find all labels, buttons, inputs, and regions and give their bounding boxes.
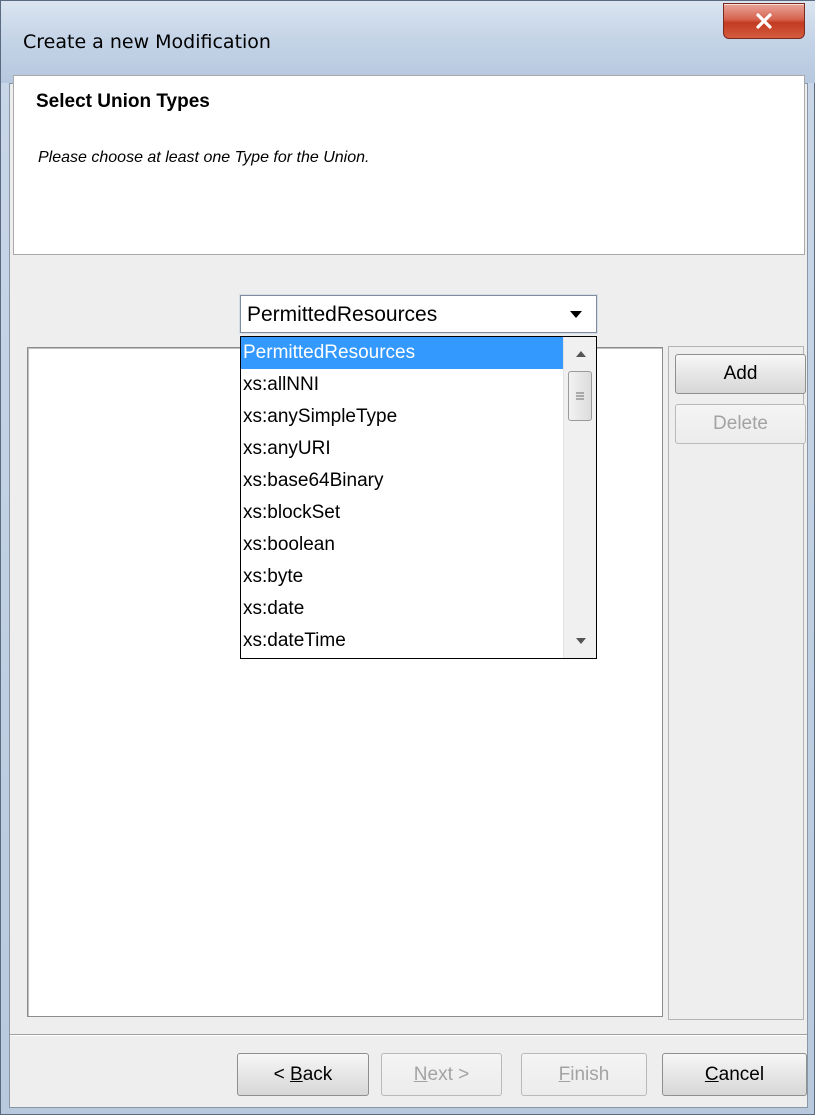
add-button[interactable]: Add: [675, 354, 806, 394]
dropdown-arrow-button[interactable]: [558, 298, 594, 330]
cancel-button[interactable]: Cancel: [662, 1053, 807, 1096]
type-dropdown-list[interactable]: PermittedResources xs:allNNI xs:anySimpleT…: [240, 336, 597, 659]
delete-button[interactable]: Delete: [675, 404, 806, 444]
dialog-window: Create a new Modification Select Union T…: [0, 0, 815, 1115]
title-bar[interactable]: Create a new Modification: [1, 1, 815, 83]
scroll-thumb[interactable]: [568, 371, 592, 421]
footer-separator: [10, 1034, 807, 1036]
chevron-down-icon: [570, 310, 582, 318]
scroll-down-button[interactable]: [564, 626, 596, 656]
dropdown-scrollbar[interactable]: [563, 337, 596, 658]
dropdown-option[interactable]: xs:anyURI: [241, 433, 563, 465]
add-button-label: Add: [723, 363, 758, 384]
finish-rest: inish: [570, 1063, 610, 1085]
dropdown-option[interactable]: xs:allNNI: [241, 369, 563, 401]
finish-button-label: Finish: [559, 1064, 610, 1086]
list-buttons-panel: [668, 346, 804, 1020]
cancel-mnemonic: C: [704, 1063, 719, 1085]
back-rest: ack: [302, 1063, 333, 1085]
type-select-value: PermittedResources: [247, 303, 438, 326]
dropdown-option[interactable]: xs:byte: [241, 561, 563, 593]
dropdown-option[interactable]: PermittedResources: [241, 337, 563, 369]
type-select[interactable]: PermittedResources: [240, 295, 597, 333]
dropdown-option[interactable]: xs:base64Binary: [241, 465, 563, 497]
cancel-button-label: Cancel: [705, 1064, 764, 1086]
window-title: Create a new Modification: [23, 31, 271, 53]
dropdown-option[interactable]: xs:date: [241, 593, 563, 625]
delete-button-label: Delete: [713, 413, 768, 434]
dropdown-option[interactable]: xs:anySimpleType: [241, 401, 563, 433]
finish-mnemonic: F: [558, 1063, 571, 1085]
back-button-label: < Back: [274, 1064, 333, 1086]
dropdown-option[interactable]: xs:boolean: [241, 529, 563, 561]
back-mnemonic: B: [290, 1063, 303, 1085]
back-prefix: <: [273, 1063, 291, 1085]
cancel-rest: ancel: [718, 1063, 765, 1085]
scroll-up-button[interactable]: [564, 339, 596, 369]
next-button-label: Next >: [414, 1064, 469, 1086]
close-icon: [756, 13, 772, 29]
grip-icon: [576, 392, 584, 400]
finish-button[interactable]: Finish: [521, 1053, 647, 1096]
arrow-down-icon: [575, 638, 586, 644]
next-mnemonic: N: [413, 1063, 428, 1085]
dropdown-option[interactable]: xs:dateTime: [241, 625, 563, 657]
back-button[interactable]: < Back: [237, 1053, 369, 1096]
page-description: Please choose at least one Type for the …: [38, 149, 370, 166]
dropdown-option[interactable]: xs:blockSet: [241, 497, 563, 529]
page-title: Select Union Types: [36, 91, 210, 112]
next-button[interactable]: Next >: [381, 1053, 502, 1096]
wizard-header-panel: Select Union Types Please choose at leas…: [13, 75, 805, 255]
next-rest: ext >: [427, 1063, 470, 1085]
arrow-up-icon: [575, 351, 586, 357]
close-button[interactable]: [723, 3, 805, 39]
